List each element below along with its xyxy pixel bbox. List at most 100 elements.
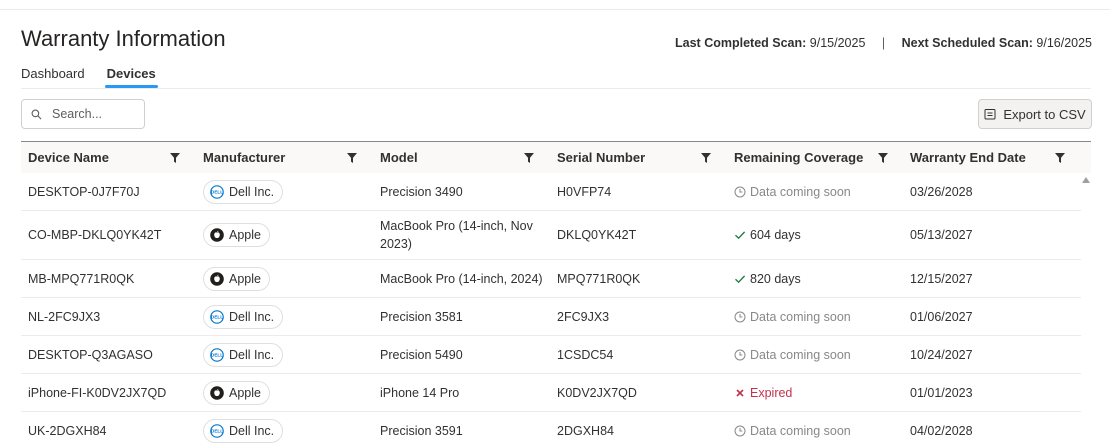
device-name-cell: UK-2DGXH84 [28,412,107,448]
search-box[interactable] [21,99,145,129]
serial-number: 2DGXH84 [557,423,614,438]
serial-number: 1CSDC54 [557,347,614,362]
filter-icon[interactable] [347,153,357,163]
end-date-cell: 01/06/2027 [910,298,973,335]
manufacturer-name: Apple [229,385,261,400]
manufacturer-cell: DELL Dell Inc. [203,298,284,335]
serial-number: 2FC9JX3 [557,309,610,324]
tab-dashboard[interactable]: Dashboard [21,64,85,88]
manufacturer-chip: Apple [203,380,270,405]
apple-logo-icon [210,228,224,242]
table-row[interactable]: DESKTOP-0J7F70J DELL Dell Inc. Precision 34… [21,173,1081,211]
model-cell: MacBook Pro (14-inch, 2024) [380,260,548,297]
coverage-text: Data coming soon [750,347,851,362]
table-row[interactable]: NL-2FC9JX3 DELL Dell Inc. Precision 3581 2FC… [21,298,1081,336]
svg-text:DELL: DELL [211,428,223,433]
device-name: DESKTOP-0J7F70J [28,184,140,199]
search-icon [31,109,42,119]
svg-text:DELL: DELL [211,314,223,319]
warranty-end-date: 04/02/2028 [910,423,973,438]
manufacturer-cell: Apple [203,260,270,297]
end-date-cell: 05/13/2027 [910,211,973,259]
next-scan-label: Next Scheduled Scan: [901,36,1033,50]
apple-logo-icon [210,385,224,400]
serial-number: K0DV2JX7QD [557,385,637,400]
dell-logo-icon: DELL [210,184,224,199]
filter-icon[interactable] [1055,153,1065,163]
column-header-model[interactable]: Model [380,142,418,173]
filter-icon[interactable] [524,153,534,163]
coverage-cell: 604 days [734,211,801,259]
serial-number-cell: MPQ771R0QK [557,260,640,297]
model-name: Precision 3581 [380,309,463,324]
column-header-manufacturer[interactable]: Manufacturer [203,142,285,173]
clock-icon [734,311,746,322]
coverage-text: 820 days [750,271,801,286]
end-date-cell: 10/24/2027 [910,336,973,373]
manufacturer-name: Dell Inc. [229,309,275,324]
serial-number: H0VFP74 [557,184,612,199]
model-cell: Precision 3490 [380,173,548,210]
manufacturer-name: Apple [229,228,261,242]
manufacturer-cell: Apple [203,374,270,411]
filter-icon[interactable] [701,153,711,163]
table-row[interactable]: UK-2DGXH84 DELL Dell Inc. Precision 3591 2DG… [21,412,1081,448]
tab-devices[interactable]: Devices [104,64,158,88]
export-csv-button[interactable]: Export to CSV [978,99,1092,129]
column-header-device-name[interactable]: Device Name [28,142,109,173]
export-icon [984,109,996,120]
serial-number-cell: K0DV2JX7QD [557,374,637,411]
dell-logo-icon: DELL [210,309,224,324]
filter-icon[interactable] [878,153,888,163]
device-name-cell: NL-2FC9JX3 [28,298,100,335]
coverage-cell: Data coming soon [734,336,851,373]
serial-number-cell: 2FC9JX3 [557,298,609,335]
last-scan-label: Last Completed Scan: [675,36,807,50]
column-header-warranty-end-date[interactable]: Warranty End Date [910,142,1026,173]
table-row[interactable]: CO-MBP-DKLQ0YK42T Apple MacBook Pro (14-in… [21,211,1081,260]
manufacturer-name: Dell Inc. [229,347,275,362]
serial-number: DKLQ0YK42T [557,228,637,242]
search-input[interactable] [52,107,132,121]
table-row[interactable]: DESKTOP-Q3AGASO DELL Dell Inc. Precision 54… [21,336,1081,374]
dell-logo-icon: DELL [210,347,224,362]
manufacturer-cell: DELL Dell Inc. [203,173,284,210]
scrollbar[interactable] [1081,173,1091,448]
manufacturer-cell: DELL Dell Inc. [203,336,284,373]
coverage-cell: Data coming soon [734,412,851,448]
model-name: Precision 5490 [380,347,463,362]
table-body: DESKTOP-0J7F70J DELL Dell Inc. Precision 34… [21,173,1081,448]
device-name-cell: MB-MPQ771R0QK [28,260,134,297]
model-cell: iPhone 14 Pro [380,374,548,411]
column-header-serial-number[interactable]: Serial Number [557,142,645,173]
model-name: MacBook Pro (14-inch, 2024) [380,271,543,286]
tab-divider [21,88,1091,89]
device-name-cell: iPhone-FI-K0DV2JX7QD [28,374,166,411]
device-name: CO-MBP-DKLQ0YK42T [28,228,162,242]
column-header-remaining-coverage[interactable]: Remaining Coverage [734,142,863,173]
table-row[interactable]: MB-MPQ771R0QK Apple MacBook Pro (14-inch, … [21,260,1081,298]
coverage-cell: Data coming soon [734,173,851,210]
model-name: MacBook Pro (14-inch, Nov 2023) [380,219,533,251]
manufacturer-chip: DELL Dell Inc. [203,304,284,329]
model-name: Precision 3591 [380,423,463,438]
coverage-cell: Expired [734,374,792,411]
device-name: NL-2FC9JX3 [28,309,101,324]
filter-icon[interactable] [170,153,180,163]
model-name: iPhone 14 Pro [380,385,460,400]
model-name: Precision 3490 [380,184,463,199]
table-header: Device Name Manufacturer Model Serial Nu… [21,141,1091,173]
model-cell: MacBook Pro (14-inch, Nov 2023) [380,211,548,259]
coverage-text: 604 days [750,228,801,242]
manufacturer-cell: Apple [203,211,270,259]
device-name-cell: DESKTOP-0J7F70J [28,173,140,210]
coverage-status: Data coming soon [734,185,851,199]
end-date-cell: 03/26/2028 [910,173,973,210]
table-row[interactable]: iPhone-FI-K0DV2JX7QD Apple iPhone 14 Pro K0… [21,374,1081,412]
scroll-up-arrow-icon[interactable] [1082,177,1090,183]
manufacturer-chip: DELL Dell Inc. [203,342,284,367]
coverage-status: Data coming soon [734,348,851,362]
warranty-end-date: 01/06/2027 [910,309,973,324]
manufacturer-chip: DELL Dell Inc. [203,418,284,443]
device-name-cell: CO-MBP-DKLQ0YK42T [28,211,161,259]
